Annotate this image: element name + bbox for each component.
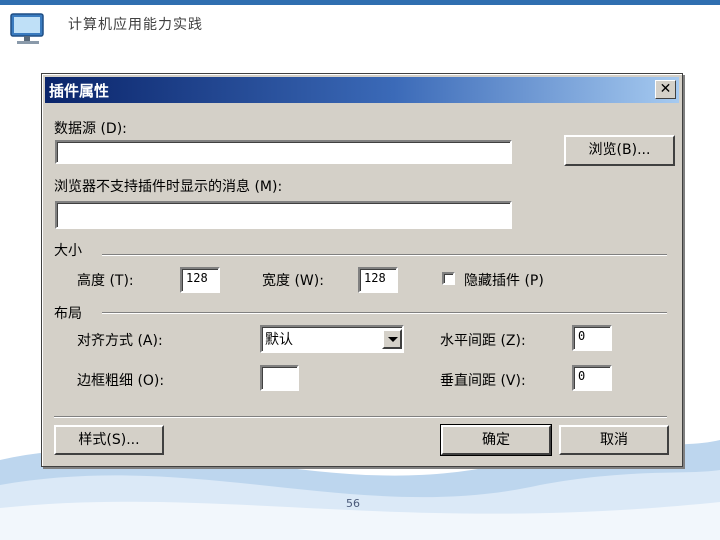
width-input[interactable]: 128 (358, 267, 398, 293)
border-input[interactable] (260, 365, 299, 391)
align-select[interactable]: 默认 (260, 325, 404, 353)
width-label: 宽度 (W): (262, 273, 324, 289)
message-input[interactable] (55, 201, 512, 229)
style-button[interactable]: 样式(S)... (54, 425, 164, 455)
data-source-input[interactable] (55, 140, 512, 164)
layout-group-divider (102, 312, 667, 314)
close-button[interactable]: ✕ (655, 80, 676, 99)
hspace-input[interactable]: 0 (572, 325, 612, 351)
bottom-divider (54, 416, 667, 418)
size-group-label: 大小 (54, 243, 82, 259)
size-group-divider (102, 254, 667, 256)
dialog-titlebar: 插件属性 ✕ (45, 77, 679, 103)
hspace-label: 水平间距 (Z): (440, 333, 526, 349)
slide-title: 计算机应用能力实践 (68, 17, 203, 33)
computer-icon (10, 13, 44, 44)
hide-plugin-checkbox[interactable] (442, 272, 455, 285)
vspace-input[interactable]: 0 (572, 365, 612, 391)
height-input[interactable]: 128 (180, 267, 220, 293)
chevron-down-icon[interactable] (382, 329, 402, 349)
hide-plugin-label: 隐藏插件 (P) (464, 273, 544, 289)
ok-button[interactable]: 确定 (440, 424, 552, 456)
data-source-label: 数据源 (D): (54, 121, 127, 137)
dialog-title: 插件属性 (49, 82, 110, 100)
layout-group-label: 布局 (54, 306, 82, 322)
browse-button[interactable]: 浏览(B)... (564, 135, 675, 166)
vspace-label: 垂直间距 (V): (440, 373, 526, 389)
page-number: 56 (346, 497, 360, 510)
align-label: 对齐方式 (A): (77, 333, 163, 349)
message-label: 浏览器不支持插件时显示的消息 (M): (54, 179, 283, 195)
plugin-properties-dialog: 插件属性 ✕ 数据源 (D): 浏览(B)... 浏览器不支持插件时显示的消息 … (41, 73, 683, 467)
cancel-button[interactable]: 取消 (559, 425, 669, 455)
slide-top-bar (0, 0, 720, 5)
border-label: 边框粗细 (O): (77, 373, 165, 389)
align-select-value: 默认 (265, 332, 293, 348)
height-label: 高度 (T): (77, 273, 134, 289)
